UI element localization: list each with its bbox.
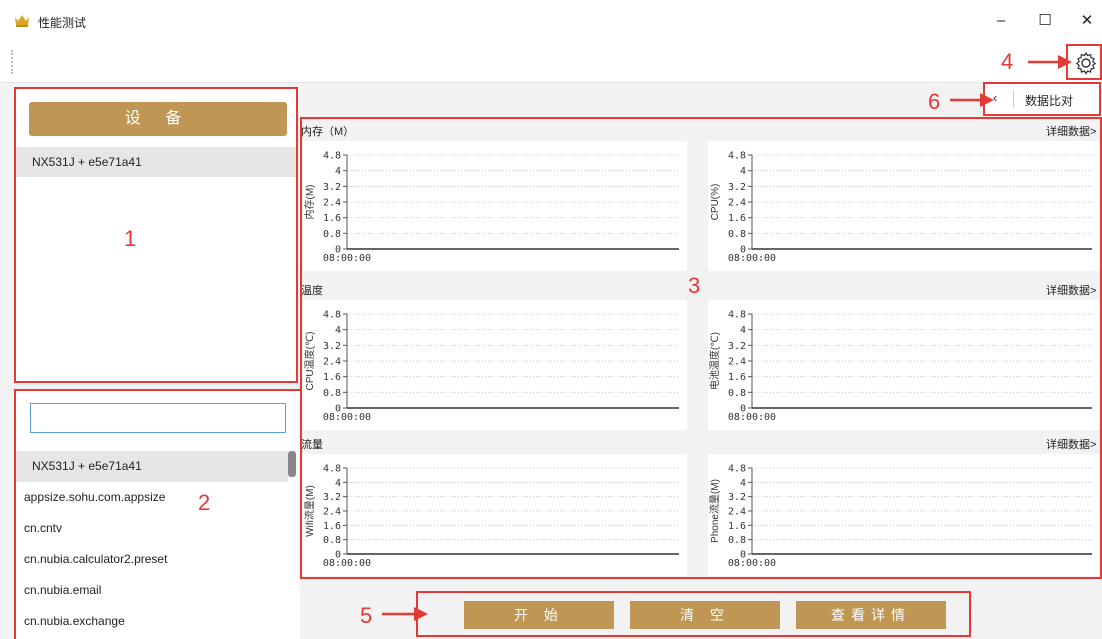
maximize-button[interactable]: ☐ <box>1030 10 1060 32</box>
start-button[interactable]: 开 始 <box>464 601 614 629</box>
left-pane: 设 备 NX531J + e5e71a41 NX531J + e5e71a41 … <box>0 83 304 639</box>
toolbar-grip <box>11 50 13 74</box>
minimize-button[interactable]: – <box>986 10 1016 32</box>
annotation-1: 1 <box>124 226 137 251</box>
annotation-6: 6 <box>928 89 941 114</box>
charts-highlight <box>300 117 1102 579</box>
toolbar <box>0 40 1102 83</box>
device-button[interactable]: 设 备 <box>29 102 287 136</box>
close-button[interactable]: ✕ <box>1072 10 1102 32</box>
arrow-icon <box>1028 55 1072 69</box>
list-item[interactable]: NX531J + e5e71a41 <box>16 451 288 482</box>
crown-icon <box>15 15 29 27</box>
annotation-5: 5 <box>360 603 373 628</box>
divider <box>1013 90 1014 108</box>
annotation-4: 4 <box>1001 49 1014 74</box>
package-search-input[interactable] <box>30 403 286 433</box>
gear-icon[interactable] <box>1074 51 1098 75</box>
list-item[interactable]: cn.nubia.exchange <box>16 606 288 637</box>
annotation-2: 2 <box>198 490 211 515</box>
annotation-3: 3 <box>688 273 701 298</box>
title-bar: 性能测试 – ☐ ✕ <box>0 0 1102 40</box>
actions-highlight: 开 始 清 空 查看详情 <box>416 591 971 637</box>
arrow-icon <box>950 93 994 107</box>
list-item[interactable]: cn.nubia.calculator2.preset <box>16 544 288 575</box>
app-panel: NX531J + e5e71a41 appsize.sohu.com.appsi… <box>14 389 304 639</box>
device-item[interactable]: NX531J + e5e71a41 <box>16 147 296 177</box>
device-panel: 设 备 NX531J + e5e71a41 <box>14 87 298 383</box>
list-item[interactable]: cn.cntv <box>16 513 288 544</box>
window-title: 性能测试 <box>38 16 87 30</box>
clear-button[interactable]: 清 空 <box>630 601 780 629</box>
app-list: NX531J + e5e71a41 appsize.sohu.com.appsi… <box>16 451 288 637</box>
compare-label[interactable]: 数据比对 <box>1025 92 1073 109</box>
view-details-button[interactable]: 查看详情 <box>796 601 946 629</box>
app-list-scrollbar[interactable] <box>288 451 296 477</box>
list-item[interactable]: cn.nubia.email <box>16 575 288 606</box>
arrow-icon <box>382 607 428 621</box>
list-item[interactable]: appsize.sohu.com.appsize <box>16 482 288 513</box>
compare-toggle[interactable]: ‹ 数据比对 <box>983 82 1101 116</box>
